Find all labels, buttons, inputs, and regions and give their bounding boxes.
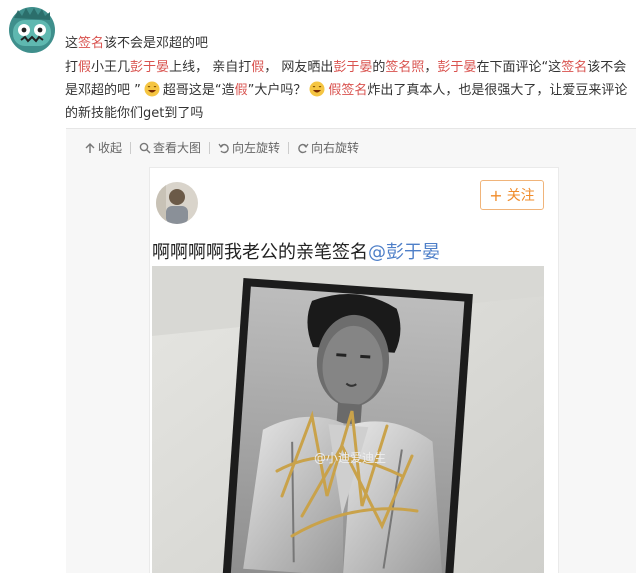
highlight-text: 假 xyxy=(78,60,92,75)
post-title: 这签名该不会是邓超的吧 xyxy=(65,36,209,51)
highlight-text: 彭于晏 xyxy=(130,60,170,75)
highlight-text: 彭于晏 xyxy=(437,60,477,75)
body-text: 超哥这是“造 xyxy=(162,83,235,98)
divider xyxy=(209,141,211,154)
arrow-up-icon xyxy=(85,142,95,153)
avatar-cartoon-icon xyxy=(9,7,55,53)
highlight-text: 签名照 xyxy=(385,60,425,75)
rotate-right-icon xyxy=(298,143,309,153)
divider xyxy=(130,141,132,154)
collapse-button[interactable]: 收起 xyxy=(84,139,122,156)
avatar[interactable] xyxy=(8,6,56,54)
body-text: 小王几 xyxy=(91,60,131,75)
repost-box: 收起 查看大图 向左旋转 向右旋转 + 关注 啊啊啊啊我老公的亲笔签名@彭于晏 … xyxy=(66,128,636,573)
body-text: 在下面评论“这 xyxy=(476,60,562,75)
post-body: 打假小王几彭于晏上线， 亲自打假， 网友晒出彭于晏的签名照，彭于晏在下面评论“这… xyxy=(65,56,635,125)
user-avatar[interactable] xyxy=(156,182,198,224)
body-text: 打 xyxy=(65,60,79,75)
divider xyxy=(288,141,290,154)
follow-button[interactable]: + 关注 xyxy=(480,180,544,210)
body-text: ， 网友晒出 xyxy=(264,60,334,75)
view-large-button[interactable]: 查看大图 xyxy=(139,139,201,156)
embedded-post-card: + 关注 啊啊啊啊我老公的亲笔签名@彭于晏 @小迪爱迪生 xyxy=(149,167,559,573)
image-toolbar: 收起 查看大图 向左旋转 向右旋转 xyxy=(84,139,359,156)
rotate-left-icon xyxy=(218,143,229,153)
body-text: 的 xyxy=(372,60,386,75)
magnifier-icon xyxy=(139,142,151,153)
plus-icon: + xyxy=(489,185,503,205)
card-post-text: 啊啊啊啊我老公的亲笔签名@彭于晏 xyxy=(152,242,440,263)
body-text: ， xyxy=(424,60,438,75)
body-text: 上线， 亲自打 xyxy=(169,60,252,75)
body-text: ”大户吗？ xyxy=(247,83,307,98)
watermark: @小迪爱迪生 xyxy=(314,451,386,465)
user-avatar-photo xyxy=(156,182,198,224)
laughing-emoji-icon xyxy=(144,81,160,97)
rotate-right-button[interactable]: 向右旋转 xyxy=(297,139,359,156)
rotate-left-button[interactable]: 向左旋转 xyxy=(218,139,280,156)
signed-photo-image: @小迪爱迪生 xyxy=(152,266,544,573)
highlight-text: 假签名 xyxy=(328,83,368,98)
highlight-text: 假 xyxy=(234,83,248,98)
highlight-text: 签名 xyxy=(561,60,588,75)
highlight-text: 彭于晏 xyxy=(333,60,373,75)
highlight-text: 假 xyxy=(251,60,265,75)
mention-link[interactable]: @彭于晏 xyxy=(368,242,440,263)
post-photo[interactable]: @小迪爱迪生 xyxy=(152,266,544,573)
laughing-emoji-icon xyxy=(309,81,325,97)
